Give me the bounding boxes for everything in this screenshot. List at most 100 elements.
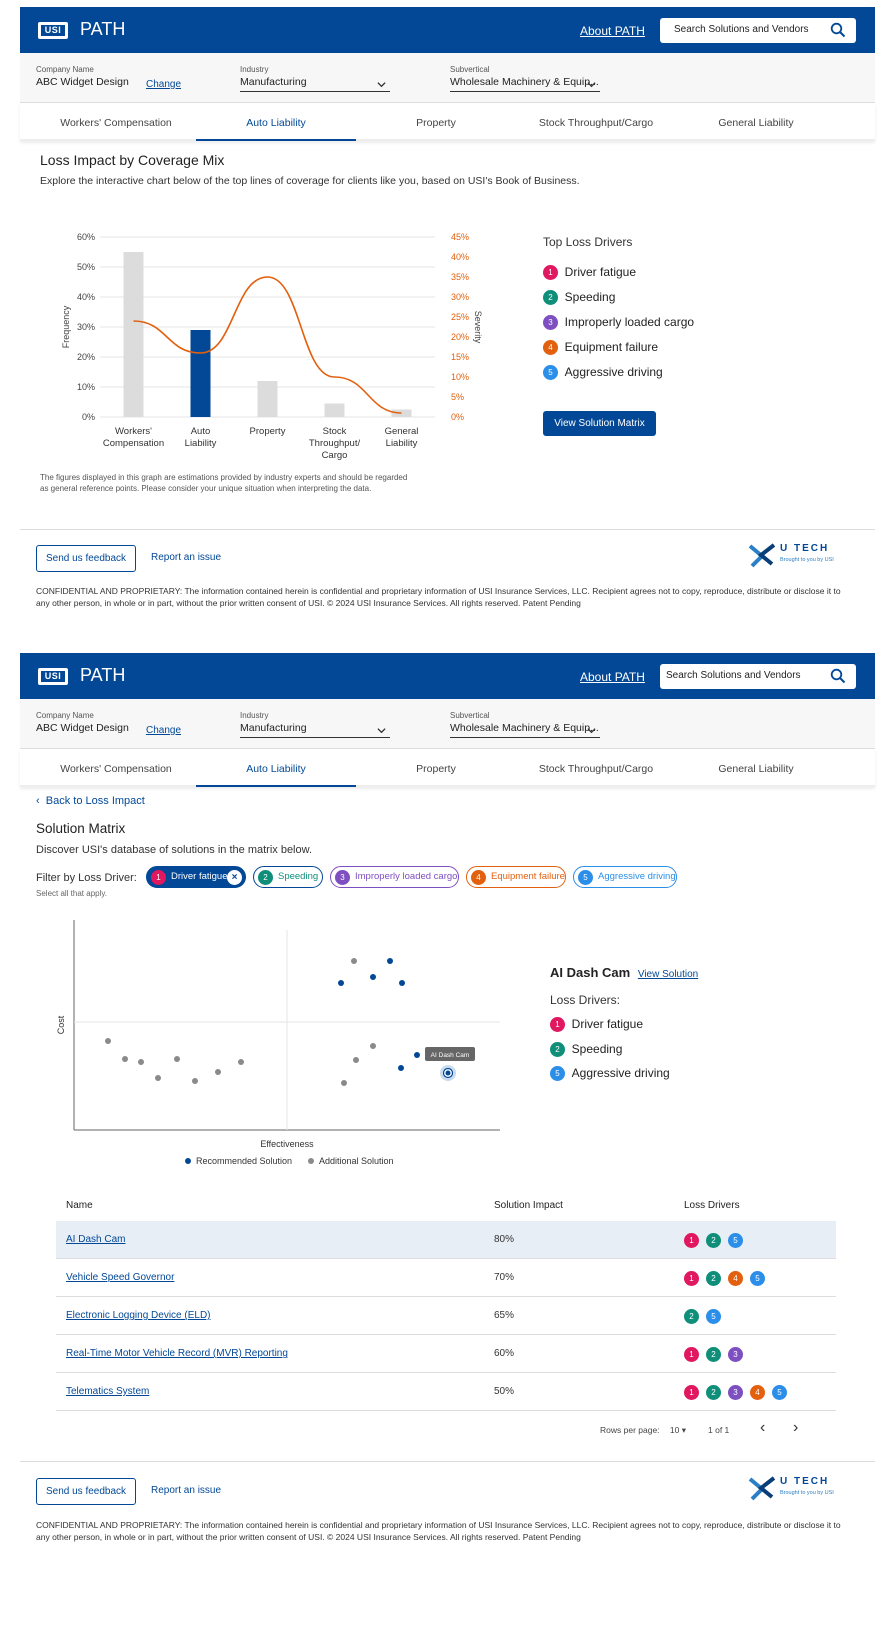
solution-loss-drivers: 125 (684, 1232, 750, 1250)
chevron-left-icon: ‹ (36, 795, 40, 807)
about-path-link[interactable]: About PATH (580, 670, 645, 684)
additional-solution-point (155, 1075, 161, 1081)
solution-loss-drivers: 12345 (684, 1384, 794, 1402)
solution-name-link[interactable]: Telematics System (66, 1386, 149, 1397)
tab-workers-compensation[interactable]: Workers' Compensation (36, 749, 196, 787)
top-loss-drivers-title: Top Loss Drivers (543, 235, 633, 249)
industry-select[interactable]: Industry Manufacturing (240, 65, 390, 92)
legend-additional-marker (308, 1158, 314, 1164)
y2-tick-label: 25% (451, 312, 469, 322)
subvertical-select[interactable]: Subvertical Wholesale Machinery & Equip.… (450, 711, 600, 738)
report-issue-link[interactable]: Report an issue (151, 1485, 221, 1496)
solution-impact: 70% (494, 1272, 515, 1283)
table-row[interactable]: AI Dash Cam 80% 1 2 5 (56, 1221, 836, 1259)
y-tick-label: 20% (77, 352, 95, 362)
tab-general-liability[interactable]: General Liability (676, 103, 836, 141)
subvertical-select[interactable]: Subvertical Wholesale Machinery & Equip.… (450, 65, 600, 92)
report-issue-link[interactable]: Report an issue (151, 552, 221, 563)
solution-matrix-chart[interactable]: Cost Effectiveness AI Dash Cam Recommended … (32, 915, 512, 1175)
tab-general-liability[interactable]: General Liability (676, 749, 836, 787)
solution-name-link[interactable]: AI Dash Cam (66, 1234, 125, 1245)
remove-filter-icon[interactable]: × (227, 870, 242, 885)
tab-workers-compensation[interactable]: Workers' Compensation (36, 103, 196, 141)
send-feedback-button[interactable]: Send us feedback (36, 1478, 136, 1505)
loss-driver-item: 2 Speeding (543, 290, 615, 306)
filter-chip-improperly-loaded-cargo[interactable]: 3 Improperly loaded cargo (330, 866, 459, 888)
table-row[interactable]: Vehicle Speed Governor 70% 1 2 4 5 (56, 1259, 836, 1297)
tab-stock-throughput-cargo[interactable]: Stock Throughput/Cargo (516, 749, 676, 787)
filter-chip-aggressive-driving[interactable]: 5 Aggressive driving (573, 866, 677, 888)
filter-chip-equipment-failure[interactable]: 4 Equipment failure (466, 866, 566, 888)
additional-solution-point (122, 1056, 128, 1062)
y-tick-label: 10% (77, 382, 95, 392)
usi-logo[interactable]: USI (38, 668, 68, 685)
bar (257, 381, 278, 417)
legend-additional-label: Additional Solution (319, 1156, 394, 1166)
tab-auto-liability[interactable]: Auto Liability (196, 749, 356, 787)
chevron-down-icon (587, 728, 596, 734)
search-placeholder: Search Solutions and Vendors (666, 670, 801, 681)
utech-logo: U TECH Brought to you by USI (748, 1475, 838, 1503)
company-name-field: Company Name ABC Widget Design (36, 65, 129, 88)
y2-tick-label: 15% (451, 352, 469, 362)
driver-badge-3: 3 (543, 315, 558, 331)
view-solution-matrix-button[interactable]: View Solution Matrix (543, 411, 656, 436)
change-company-link[interactable]: Change (146, 725, 181, 736)
tab-property[interactable]: Property (356, 103, 516, 141)
solution-impact: 65% (494, 1310, 515, 1321)
filter-hint: Select all that apply. (36, 889, 108, 898)
tab-property[interactable]: Property (356, 749, 516, 787)
search-icon[interactable] (830, 22, 846, 38)
additional-solution-point (238, 1059, 244, 1065)
bar (190, 330, 211, 417)
solution-name-link[interactable]: Vehicle Speed Governor (66, 1272, 174, 1283)
usi-logo[interactable]: USI (38, 22, 68, 39)
rows-per-page-select[interactable]: 10 ▾ (670, 1425, 686, 1435)
recommended-solution-point (399, 980, 405, 986)
view-solution-link[interactable]: View Solution (638, 969, 698, 980)
tab-stock-throughput-cargo[interactable]: Stock Throughput/Cargo (516, 103, 676, 141)
prev-page-icon[interactable]: ‹ (760, 1419, 765, 1437)
about-path-link[interactable]: About PATH (580, 24, 645, 38)
solution-loss-drivers: 25 (684, 1308, 728, 1326)
driver-badge-1: 1 (684, 1347, 699, 1363)
filter-chip-driver-fatigue[interactable]: 1 Driver fatigue × (146, 866, 246, 888)
table-row[interactable]: Electronic Logging Device (ELD) 65% 2 5 (56, 1297, 836, 1335)
change-company-link[interactable]: Change (146, 79, 181, 90)
industry-select[interactable]: Industry Manufacturing (240, 711, 390, 738)
coverage-tabs: Workers' Compensation Auto Liability Pro… (20, 103, 875, 141)
filter-chip-speeding[interactable]: 2 Speeding (253, 866, 323, 888)
additional-solution-point (341, 1080, 347, 1086)
solution-name-link[interactable]: Real-Time Motor Vehicle Record (MVR) Rep… (66, 1348, 288, 1359)
back-to-loss-impact-link[interactable]: ‹ Back to Loss Impact (36, 795, 145, 807)
y-tick-label: 0% (82, 412, 95, 422)
next-page-icon[interactable]: › (793, 1419, 798, 1437)
search-input[interactable]: Search Solutions and Vendors (660, 664, 856, 689)
chevron-down-icon (377, 82, 386, 88)
driver-badge-4: 4 (543, 340, 558, 356)
recommended-solution-point (338, 980, 344, 986)
chevron-down-icon (587, 82, 596, 88)
search-input[interactable]: Search Solutions and Vendors (660, 18, 856, 43)
utech-mark-icon (748, 1476, 776, 1501)
driver-badge-1: 1 (543, 265, 558, 281)
divider (20, 1461, 875, 1462)
loss-impact-title: Loss Impact by Coverage Mix (40, 152, 225, 168)
x-tick-label: Stock (323, 426, 347, 437)
tab-auto-liability[interactable]: Auto Liability (196, 103, 356, 141)
solution-impact: 80% (494, 1234, 515, 1245)
loss-impact-chart[interactable]: 0% 10% 20% 30% 40% 50% 60% 0% 5% 10% 15% 20% 25% 30% 3… (35, 212, 495, 472)
additional-solution-point (138, 1059, 144, 1065)
solution-name-link[interactable]: Electronic Logging Device (ELD) (66, 1310, 211, 1321)
send-feedback-button[interactable]: Send us feedback (36, 545, 136, 572)
driver-badge-2: 2 (706, 1385, 721, 1401)
driver-badge-5: 5 (543, 365, 558, 381)
table-row[interactable]: Telematics System 50% 1 2 3 4 5 (56, 1373, 836, 1411)
additional-solution-point (174, 1056, 180, 1062)
y2-axis-label: Severity (473, 311, 483, 344)
top-nav-bar: USI PATH About PATH Search Solutions and… (20, 653, 875, 699)
table-row[interactable]: Real-Time Motor Vehicle Record (MVR) Rep… (56, 1335, 836, 1373)
bar (324, 403, 345, 417)
search-icon[interactable] (830, 668, 846, 684)
y2-tick-label: 40% (451, 252, 469, 262)
